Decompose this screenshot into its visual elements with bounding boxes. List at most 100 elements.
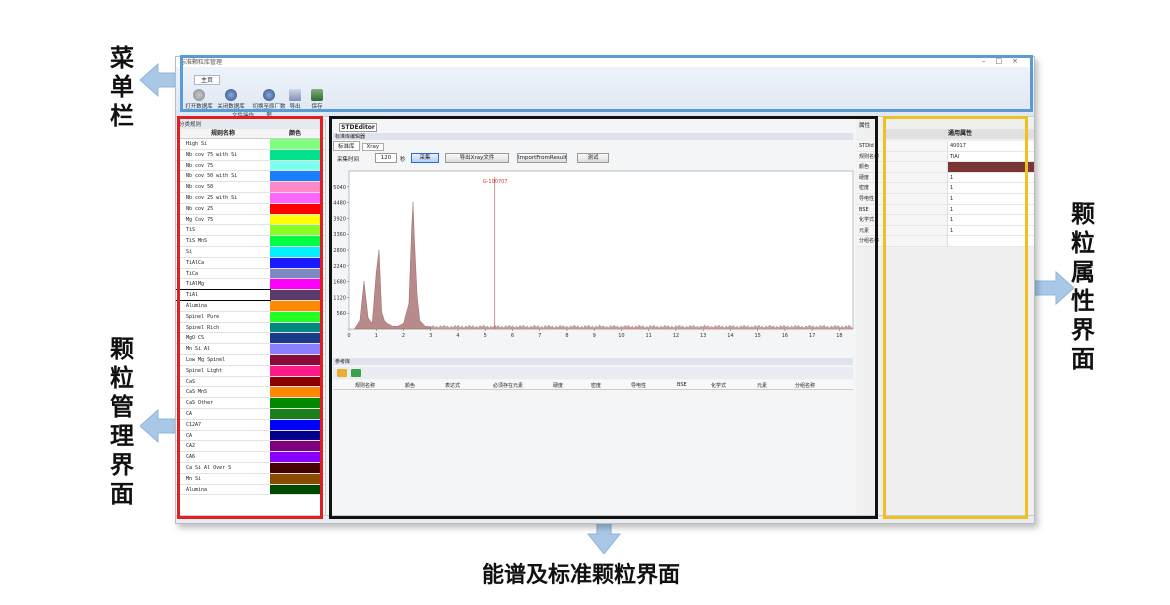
- property-row[interactable]: 硬度 1: [857, 172, 1034, 184]
- property-value[interactable]: 40017: [947, 141, 1034, 152]
- property-row[interactable]: 密度 1: [857, 183, 1034, 194]
- property-value[interactable]: 1: [947, 225, 1034, 237]
- acquisition-time-input[interactable]: 120: [375, 153, 397, 163]
- table-row[interactable]: Mn Si: [176, 473, 325, 485]
- table-row[interactable]: CaS: [176, 376, 325, 388]
- rule-name: CaS: [186, 378, 196, 385]
- table-row[interactable]: TiS MnS: [176, 236, 325, 247]
- property-row[interactable]: 规则名称 TiAl: [857, 151, 1034, 163]
- table-row[interactable]: Si: [176, 246, 325, 258]
- rule-name: CA6: [186, 454, 196, 461]
- rule-name: Spinel Light: [186, 367, 223, 374]
- callout-menu-bar: 菜单栏: [110, 44, 134, 130]
- tab-xray[interactable]: Xray: [361, 143, 385, 151]
- table-row[interactable]: Nb cov 25: [176, 203, 325, 215]
- table-row[interactable]: CA: [176, 430, 325, 442]
- x-tick-label: 17: [809, 333, 815, 339]
- property-key: BSE: [857, 204, 947, 216]
- rule-name: TiS: [186, 227, 196, 234]
- collect-button[interactable]: 采集: [411, 153, 439, 163]
- property-value[interactable]: 1: [947, 204, 1034, 216]
- table-row[interactable]: TiAlMg: [176, 279, 325, 291]
- table-row[interactable]: CaS MnS: [176, 387, 325, 399]
- table-row[interactable]: Nb cov 50: [176, 182, 325, 193]
- table-row[interactable]: TiAl: [176, 289, 325, 301]
- property-row[interactable]: BSE 1: [857, 204, 1034, 216]
- property-value[interactable]: 1: [947, 183, 1034, 194]
- window-controls[interactable]: –□×: [982, 57, 1028, 65]
- table-row[interactable]: Nb cov 25 with Si: [176, 192, 325, 204]
- rule-name: Nb cov 75: [186, 162, 214, 169]
- rule-name: Low Mg Spinel: [186, 356, 226, 363]
- import-from-result-button[interactable]: ImportFromResult: [517, 153, 567, 163]
- property-row[interactable]: 导电性 1: [857, 193, 1034, 205]
- title-bar: 标准颗粒库管理 –□×: [176, 57, 1034, 67]
- rule-name: Mn Si Al: [186, 346, 211, 353]
- refresh-icon: [193, 89, 205, 101]
- callout-particle-management: 颗粒管理界面: [110, 335, 134, 508]
- tab-stdeditor[interactable]: STDEditor: [339, 123, 377, 132]
- table-row[interactable]: Low Mg Spinel: [176, 354, 325, 366]
- rule-name: CA: [186, 432, 193, 439]
- table-row[interactable]: CA6: [176, 452, 325, 463]
- table-row[interactable]: Mn Si Al: [176, 344, 325, 355]
- table-row[interactable]: CA2: [176, 441, 325, 453]
- color-swatch: [270, 398, 320, 408]
- export-xray-button[interactable]: 导出Xray文件: [445, 153, 509, 163]
- property-row[interactable]: 元素 1: [857, 225, 1034, 237]
- table-row[interactable]: CA: [176, 408, 325, 420]
- table-row[interactable]: TiCa: [176, 268, 325, 280]
- property-value[interactable]: 1: [947, 193, 1034, 205]
- reference-toolbar: [333, 367, 853, 379]
- x-tick-label: 4: [456, 333, 459, 339]
- table-row[interactable]: TiS: [176, 225, 325, 237]
- tab-home[interactable]: 主页: [194, 75, 220, 85]
- table-row[interactable]: C12A7: [176, 419, 325, 431]
- property-value[interactable]: TiAl: [947, 151, 1034, 163]
- property-value[interactable]: [947, 162, 1034, 173]
- table-row[interactable]: Alumina: [176, 300, 325, 312]
- x-tick-label: 16: [782, 333, 788, 339]
- rule-name: Ca Si Al Over S: [186, 464, 232, 471]
- property-row[interactable]: STDId 40017: [857, 141, 1034, 152]
- tab-standard-library[interactable]: 标准库: [333, 141, 360, 151]
- save-button[interactable]: 保存: [304, 89, 330, 115]
- table-row[interactable]: Ca Si Al Over S: [176, 462, 325, 474]
- table-row[interactable]: MgO CS: [176, 333, 325, 345]
- rule-name: High Si: [186, 141, 208, 147]
- close-icon[interactable]: ×: [1012, 57, 1028, 65]
- property-row[interactable]: 分组名称: [857, 236, 1034, 247]
- refresh-icon: [263, 89, 275, 101]
- table-row[interactable]: Alumina: [176, 484, 325, 496]
- table-row[interactable]: Nb cov 50 with Si: [176, 171, 325, 183]
- folder-icon[interactable]: [337, 369, 347, 377]
- property-value[interactable]: 1: [947, 172, 1034, 184]
- table-row[interactable]: Nb cov 75 with Si: [176, 149, 325, 161]
- x-tick-label: 6: [511, 333, 514, 339]
- table-row[interactable]: Nb cov 75: [176, 160, 325, 172]
- import-icon[interactable]: [351, 369, 361, 377]
- table-row[interactable]: Spinel Light: [176, 365, 325, 377]
- table-row[interactable]: CaS Other: [176, 398, 325, 409]
- rule-name: Nb cov 75 with Si: [186, 151, 238, 158]
- property-row[interactable]: 化学式 1: [857, 215, 1034, 226]
- minimize-icon[interactable]: –: [982, 57, 996, 65]
- table-row[interactable]: Spinel Pure: [176, 311, 325, 323]
- maximize-icon[interactable]: □: [996, 57, 1013, 65]
- property-value[interactable]: 1: [947, 215, 1034, 226]
- color-swatch: [270, 462, 320, 473]
- column-header-color: 颜色: [288, 130, 301, 137]
- table-row[interactable]: TiAlCa: [176, 257, 325, 269]
- table-row[interactable]: Spinel Rich: [176, 322, 325, 334]
- table-row[interactable]: Mg Cov 75: [176, 214, 325, 226]
- y-tick-label: 5040: [333, 185, 346, 191]
- table-row[interactable]: High Si: [176, 139, 325, 150]
- property-row[interactable]: 颜色: [857, 162, 1034, 173]
- reference-column-header: 分组名称: [795, 383, 816, 389]
- rule-name: Mn Si: [186, 475, 202, 482]
- rule-name: Nb cov 50 with Si: [186, 173, 238, 180]
- property-value[interactable]: [947, 236, 1034, 247]
- x-tick-label: 7: [538, 333, 541, 339]
- test-button[interactable]: 测试: [577, 153, 609, 163]
- color-swatch: [270, 441, 320, 452]
